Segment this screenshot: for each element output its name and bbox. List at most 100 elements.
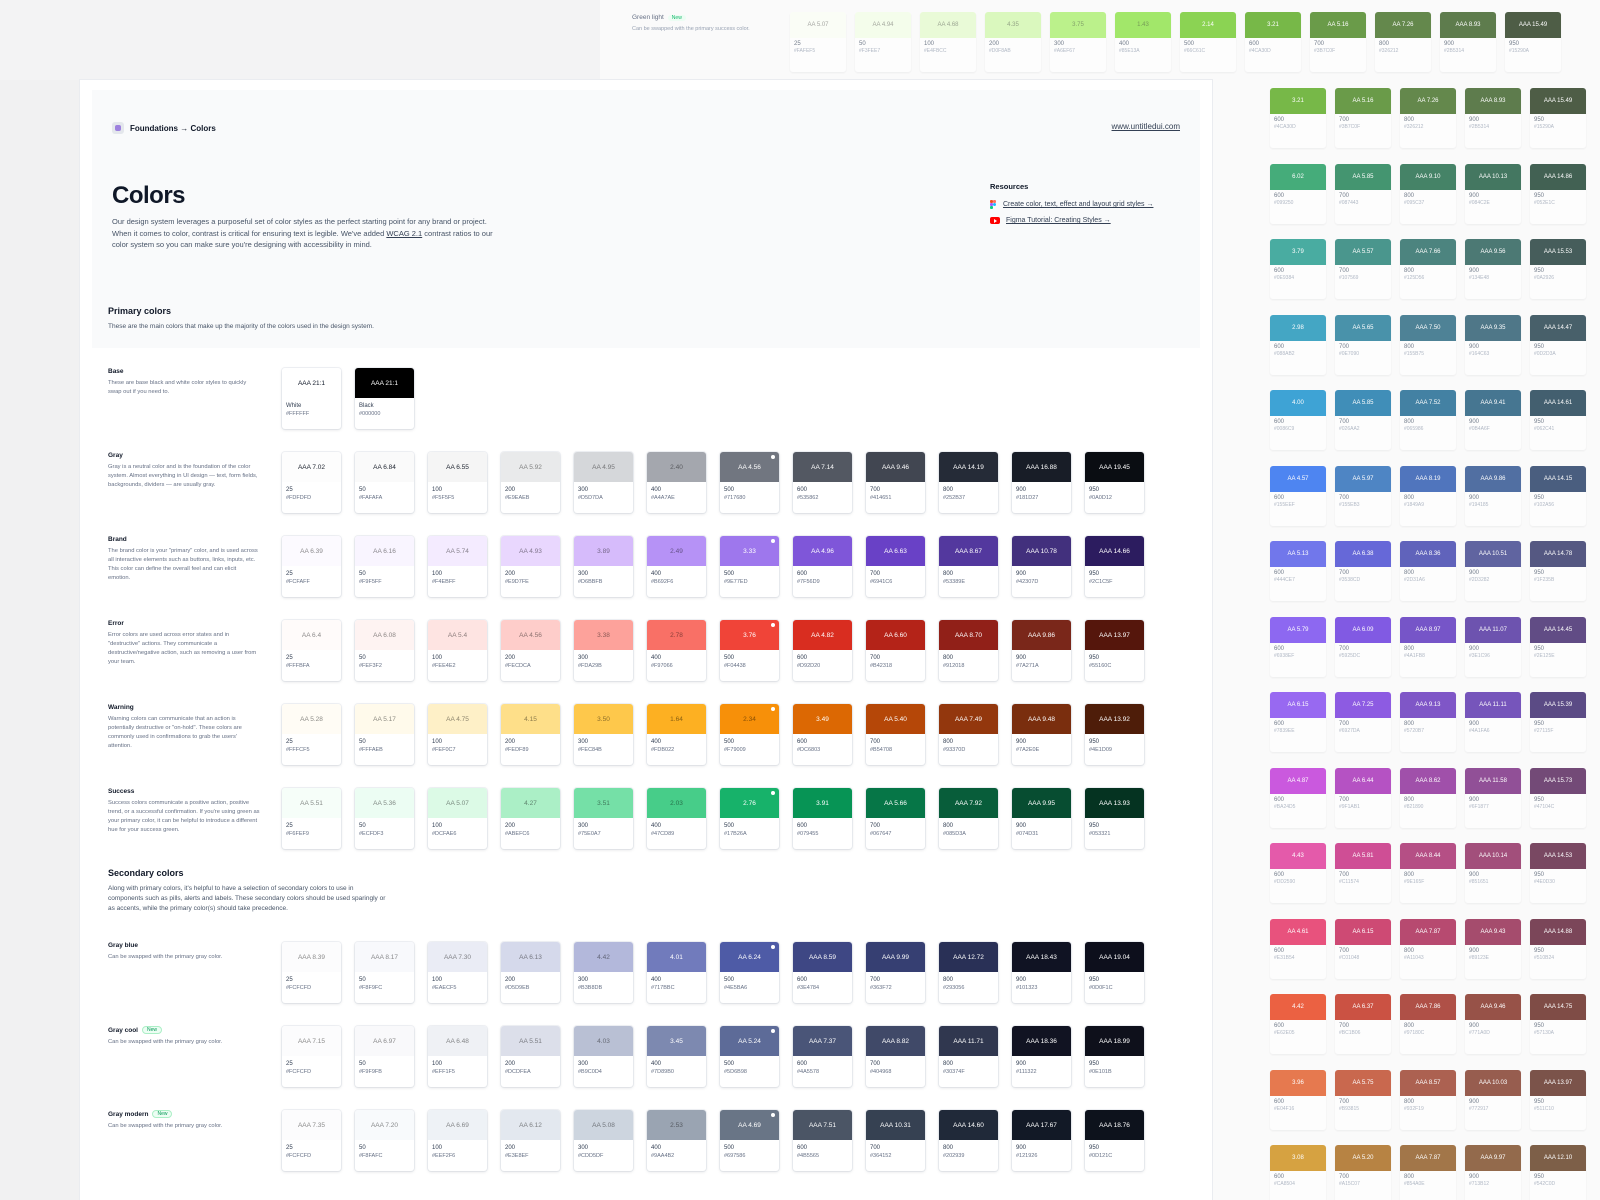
- color-swatch[interactable]: AAA 8.70 800 #912018: [939, 620, 998, 681]
- color-swatch[interactable]: AAA 8.82 700 #404968: [866, 1026, 925, 1087]
- color-swatch[interactable]: 4.03 300 #B9C0D4: [574, 1026, 633, 1087]
- color-swatch[interactable]: AAA 7.30 100 #EAECF5: [428, 942, 487, 1003]
- color-swatch[interactable]: AA 5.07 100 #DCFAE6: [428, 788, 487, 849]
- color-swatch[interactable]: AAA 14.19 800 #252B37: [939, 452, 998, 513]
- color-swatch[interactable]: AAA 14.60 800 #202939: [939, 1110, 998, 1171]
- color-swatch[interactable]: AAA 9.86 900 #7A271A: [1012, 620, 1071, 681]
- color-swatch[interactable]: AAA 7.37 600 #4A5578: [793, 1026, 852, 1087]
- color-swatch[interactable]: AA 4.82 600 #D92D20: [793, 620, 852, 681]
- color-swatch[interactable]: 3.33 500 #9E77ED: [720, 536, 779, 597]
- wcag-link[interactable]: WCAG 2.1: [386, 229, 422, 238]
- color-swatch[interactable]: AAA 7.51 600 #4B5565: [793, 1110, 852, 1171]
- color-swatch[interactable]: AAA 7.20 50 #F8FAFC: [355, 1110, 414, 1171]
- color-swatch[interactable]: AAA 7.49 800 #93370D: [939, 704, 998, 765]
- color-swatch[interactable]: 3.49 600 #DC6803: [793, 704, 852, 765]
- color-swatch[interactable]: AAA 18.76 950 #0D121C: [1085, 1110, 1144, 1171]
- breadcrumb[interactable]: Foundations → Colors: [112, 122, 216, 134]
- color-swatch[interactable]: AAA 9.46 700 #414651: [866, 452, 925, 513]
- color-swatch[interactable]: 2.76 500 #17B26A: [720, 788, 779, 849]
- color-swatch[interactable]: AA 5.4 100 #FEE4E2: [428, 620, 487, 681]
- color-swatch[interactable]: AAA 18.36 900 #111322: [1012, 1026, 1071, 1087]
- color-swatch[interactable]: AA 6.84 50 #FAFAFA: [355, 452, 414, 513]
- color-swatch[interactable]: AA 5.17 50 #FFFAEB: [355, 704, 414, 765]
- color-swatch[interactable]: AAA 9.48 900 #7A2E0E: [1012, 704, 1071, 765]
- color-swatch[interactable]: AA 6.16 50 #F9F5FF: [355, 536, 414, 597]
- color-swatch[interactable]: 3.51 300 #75E0A7: [574, 788, 633, 849]
- color-swatch[interactable]: 2.34 500 #F79009: [720, 704, 779, 765]
- color-swatch[interactable]: AA 5.08 300 #CDD5DF: [574, 1110, 633, 1171]
- color-swatch[interactable]: AA 4.75 100 #FEF0C7: [428, 704, 487, 765]
- color-swatch[interactable]: AAA 8.67 800 #53389E: [939, 536, 998, 597]
- color-swatch[interactable]: AA 6.4 25 #FFFBFA: [282, 620, 341, 681]
- color-swatch[interactable]: AA 6.63 700 #6941C6: [866, 536, 925, 597]
- color-swatch[interactable]: AA 5.51 25 #F6FEF9: [282, 788, 341, 849]
- color-swatch[interactable]: AAA 7.92 800 #085D3A: [939, 788, 998, 849]
- color-swatch[interactable]: 3.45 400 #7D89B0: [647, 1026, 706, 1087]
- color-swatch[interactable]: AAA 12.72 800 #293056: [939, 942, 998, 1003]
- color-swatch[interactable]: AA 5.36 50 #ECFDF3: [355, 788, 414, 849]
- color-swatch[interactable]: AAA 14.66 950 #2C1C5F: [1085, 536, 1144, 597]
- color-swatch[interactable]: AAA 18.99 950 #0E101B: [1085, 1026, 1144, 1087]
- color-swatch[interactable]: AAA 9.95 900 #074D31: [1012, 788, 1071, 849]
- color-swatch[interactable]: AAA 18.43 900 #101323: [1012, 942, 1071, 1003]
- color-swatch[interactable]: AAA 16.88 900 #181D27: [1012, 452, 1071, 513]
- color-swatch[interactable]: AAA 7.02 25 #FDFDFD: [282, 452, 341, 513]
- color-swatch[interactable]: AA 5.66 700 #067647: [866, 788, 925, 849]
- color-swatch[interactable]: AAA 21:1 White #FFFFFF: [282, 368, 341, 429]
- color-swatch[interactable]: AA 4.56 200 #FECDCA: [501, 620, 560, 681]
- color-swatch[interactable]: 2.49 400 #B692F6: [647, 536, 706, 597]
- color-swatch[interactable]: AAA 10.78 900 #42307D: [1012, 536, 1071, 597]
- color-swatch[interactable]: AA 4.56 500 #717680: [720, 452, 779, 513]
- color-swatch[interactable]: 3.38 300 #FDA29B: [574, 620, 633, 681]
- color-swatch[interactable]: AAA 17.67 900 #121926: [1012, 1110, 1071, 1171]
- color-swatch[interactable]: 2.03 400 #47CD89: [647, 788, 706, 849]
- color-swatch[interactable]: AAA 9.99 700 #363F72: [866, 942, 925, 1003]
- color-swatch[interactable]: AA 6.24 500 #4E5BA6: [720, 942, 779, 1003]
- resource-link-styles[interactable]: Create color, text, effect and layout gr…: [990, 200, 1153, 209]
- color-swatch[interactable]: AAA 8.39 25 #FCFCFD: [282, 942, 341, 1003]
- color-swatch[interactable]: AA 6.60 700 #B42318: [866, 620, 925, 681]
- color-swatch[interactable]: 4.15 200 #FEDF89: [501, 704, 560, 765]
- color-swatch[interactable]: AAA 11.71 800 #30374F: [939, 1026, 998, 1087]
- color-swatch[interactable]: AAA 10.31 700 #364152: [866, 1110, 925, 1171]
- color-swatch[interactable]: AA 5.74 100 #F4EBFF: [428, 536, 487, 597]
- color-swatch[interactable]: 3.91 600 #079455: [793, 788, 852, 849]
- color-swatch[interactable]: AAA 13.92 950 #4E1D09: [1085, 704, 1144, 765]
- color-swatch[interactable]: AA 5.28 25 #FFFCF5: [282, 704, 341, 765]
- color-swatch[interactable]: AA 6.12 200 #E3E8EF: [501, 1110, 560, 1171]
- color-swatch[interactable]: AAA 7.35 25 #FCFCFD: [282, 1110, 341, 1171]
- color-swatch[interactable]: 3.50 300 #FEC84B: [574, 704, 633, 765]
- color-swatch[interactable]: AA 4.93 200 #E9D7FE: [501, 536, 560, 597]
- color-swatch[interactable]: 4.01 400 #717BBC: [647, 942, 706, 1003]
- color-swatch[interactable]: AAA 19.04 950 #0D0F1C: [1085, 942, 1144, 1003]
- color-swatch[interactable]: AA 6.69 100 #EEF2F6: [428, 1110, 487, 1171]
- color-swatch[interactable]: AA 5.40 700 #B54708: [866, 704, 925, 765]
- color-swatch[interactable]: AA 6.39 25 #FCFAFF: [282, 536, 341, 597]
- color-swatch[interactable]: 2.78 400 #F97066: [647, 620, 706, 681]
- color-swatch[interactable]: 1.64 400 #FDB022: [647, 704, 706, 765]
- color-swatch[interactable]: 2.40 400 #A4A7AE: [647, 452, 706, 513]
- color-swatch[interactable]: AAA 8.17 50 #F8F9FC: [355, 942, 414, 1003]
- color-swatch[interactable]: AAA 7.15 25 #FCFCFD: [282, 1026, 341, 1087]
- color-swatch[interactable]: 3.76 500 #F04438: [720, 620, 779, 681]
- color-swatch[interactable]: 4.42 300 #B3B8DB: [574, 942, 633, 1003]
- color-swatch[interactable]: AA 4.95 300 #D5D7DA: [574, 452, 633, 513]
- color-swatch[interactable]: 3.89 300 #D6BBFB: [574, 536, 633, 597]
- color-swatch[interactable]: 4.27 200 #ABEFC6: [501, 788, 560, 849]
- color-swatch[interactable]: AAA 13.93 950 #053321: [1085, 788, 1144, 849]
- color-swatch[interactable]: AA 4.69 500 #697586: [720, 1110, 779, 1171]
- color-swatch[interactable]: 2.53 400 #9AA4B2: [647, 1110, 706, 1171]
- color-swatch[interactable]: AAA 21:1 Black #000000: [355, 368, 414, 429]
- color-swatch[interactable]: AA 4.96 600 #7F56D9: [793, 536, 852, 597]
- color-swatch[interactable]: AAA 19.45 950 #0A0D12: [1085, 452, 1144, 513]
- website-link[interactable]: www.untitledui.com: [1112, 122, 1180, 131]
- color-swatch[interactable]: AAA 13.97 950 #55160C: [1085, 620, 1144, 681]
- color-swatch[interactable]: AA 7.14 600 #535862: [793, 452, 852, 513]
- resource-link-tutorial[interactable]: Figma Tutorial: Creating Styles →: [990, 217, 1111, 224]
- color-swatch[interactable]: AA 6.97 50 #F9F9FB: [355, 1026, 414, 1087]
- color-swatch[interactable]: AAA 8.59 600 #3E4784: [793, 942, 852, 1003]
- color-swatch[interactable]: AA 6.48 100 #EFF1F5: [428, 1026, 487, 1087]
- color-swatch[interactable]: AA 5.51 200 #DCDFEA: [501, 1026, 560, 1087]
- color-swatch[interactable]: AA 6.13 200 #D5D9EB: [501, 942, 560, 1003]
- color-swatch[interactable]: AA 6.08 50 #FEF3F2: [355, 620, 414, 681]
